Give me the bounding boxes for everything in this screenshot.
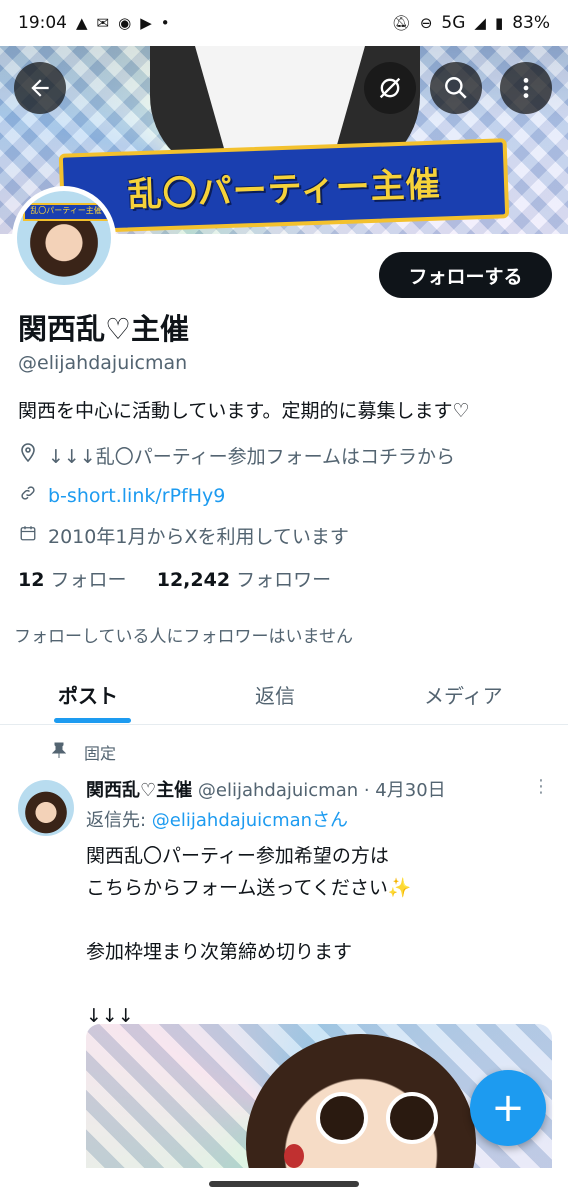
network-label: 5G — [441, 13, 466, 33]
pinned-label: 固定 — [51, 740, 117, 764]
post-line — [86, 968, 412, 1000]
pin-icon — [51, 742, 67, 762]
joined-text: 2010年1月からXを利用しています — [48, 526, 349, 548]
profile-bio: 関西を中心に活動しています。定期的に募集します♡ — [18, 400, 470, 422]
calendar-icon — [18, 524, 38, 547]
profile-link[interactable]: b-short.link/rPfHy9 — [18, 484, 225, 507]
post-line — [86, 904, 412, 936]
following-label: フォロー — [50, 569, 127, 591]
following-count: 12 — [18, 569, 45, 591]
post-author-name[interactable]: 関西乱♡主催 — [86, 780, 192, 801]
mail-notification-icon: ✉ — [96, 14, 110, 32]
signal-icon: ◢ — [474, 14, 486, 32]
avatar-banner-text: 乱〇パーティー主催 — [23, 203, 109, 221]
followers-count: 12,242 — [156, 569, 231, 591]
media-illustration-mouth — [284, 1144, 304, 1168]
back-button[interactable] — [14, 62, 66, 114]
post-author-avatar[interactable] — [18, 780, 74, 836]
tab-media[interactable]: メディア — [424, 680, 503, 709]
status-bar: 19:04 ▲ ✉ ◉ ▶ • 🔕︎ ⊖ 5G ◢ ▮ 83% — [0, 0, 568, 46]
profile-location: ↓↓↓乱〇パーティー参加フォームはコチラから — [18, 442, 455, 469]
plus-icon: + — [491, 1085, 525, 1131]
mute-icon: 🔕︎ — [391, 14, 411, 32]
profile-name: 関西乱♡主催 — [18, 312, 189, 346]
search-button[interactable] — [430, 62, 482, 114]
search-icon — [445, 77, 467, 99]
warning-icon: ▲ — [76, 14, 88, 32]
followers-label: フォロワー — [236, 569, 332, 591]
post-line: 関西乱〇パーティー参加希望の方は — [86, 845, 389, 867]
profile-joined: 2010年1月からXを利用しています — [18, 522, 349, 549]
avatar-image: 乱〇パーティー主催 — [17, 191, 111, 285]
post-handle-date: @elijahdajuicman · 4月30日 — [197, 780, 446, 801]
sync-off-button[interactable] — [364, 62, 416, 114]
profile-avatar[interactable]: 乱〇パーティー主催 — [12, 186, 116, 290]
dnd-icon: ⊖ — [419, 14, 433, 32]
dot-icon: • — [160, 14, 170, 32]
post-line: こちらからフォーム送ってください✨ — [86, 877, 412, 899]
arrow-left-icon — [31, 79, 49, 97]
profile-tabs: ポスト 返信 メディア — [0, 664, 568, 725]
media-illustration-eye — [386, 1092, 438, 1144]
tab-posts[interactable]: ポスト — [58, 680, 118, 709]
active-tab-indicator — [54, 718, 131, 723]
profile-handle: @elijahdajuicman — [18, 352, 188, 374]
post-line: 参加枠埋まり次第締め切ります — [86, 941, 353, 963]
mutual-followers-note: フォローしている人にフォロワーはいません — [14, 627, 353, 647]
more-options-button[interactable] — [500, 62, 552, 114]
follow-counts: 12 フォロー 12,242 フォロワー — [18, 565, 331, 592]
compose-button[interactable]: + — [470, 1070, 546, 1146]
battery-level: 83% — [512, 13, 550, 33]
pinned-text: 固定 — [84, 744, 117, 763]
reply-to-handle[interactable]: @elijahdajuicmanさん — [152, 810, 348, 831]
follow-button[interactable]: フォローする — [379, 252, 552, 298]
reply-to: 返信先: @elijahdajuicmanさん — [86, 806, 348, 832]
link-icon — [18, 484, 38, 507]
navigation-bar — [0, 1168, 568, 1200]
location-text: ↓↓↓乱〇パーティー参加フォームはコチラから — [48, 446, 456, 468]
sync-off-icon — [379, 77, 401, 99]
more-vertical-icon — [523, 78, 529, 98]
link-text[interactable]: b-short.link/rPfHy9 — [48, 485, 225, 507]
header-banner-text: 乱〇パーティー主催 — [127, 164, 442, 215]
post-text: 関西乱〇パーティー参加希望の方は こちらからフォーム送ってください✨ 参加枠埋ま… — [86, 840, 412, 1032]
reply-prefix: 返信先: — [86, 810, 152, 831]
header-banner: 乱〇パーティー主催 — [58, 138, 510, 234]
post-more-icon[interactable]: ⋮ — [532, 776, 550, 797]
followers-link[interactable]: 12,242 フォロワー — [157, 569, 331, 591]
youtube-icon: ▶ — [140, 14, 152, 32]
battery-icon: ▮ — [494, 14, 504, 32]
post-header: 関西乱♡主催 @elijahdajuicman · 4月30日 — [86, 776, 446, 802]
status-time: 19:04 — [18, 13, 67, 33]
line-app-icon: ◉ — [118, 14, 132, 32]
location-pin-icon — [18, 443, 38, 468]
media-illustration-eye — [316, 1092, 368, 1144]
following-link[interactable]: 12 フォロー — [18, 569, 127, 591]
tab-replies[interactable]: 返信 — [255, 680, 295, 709]
home-gesture-pill[interactable] — [209, 1181, 359, 1187]
